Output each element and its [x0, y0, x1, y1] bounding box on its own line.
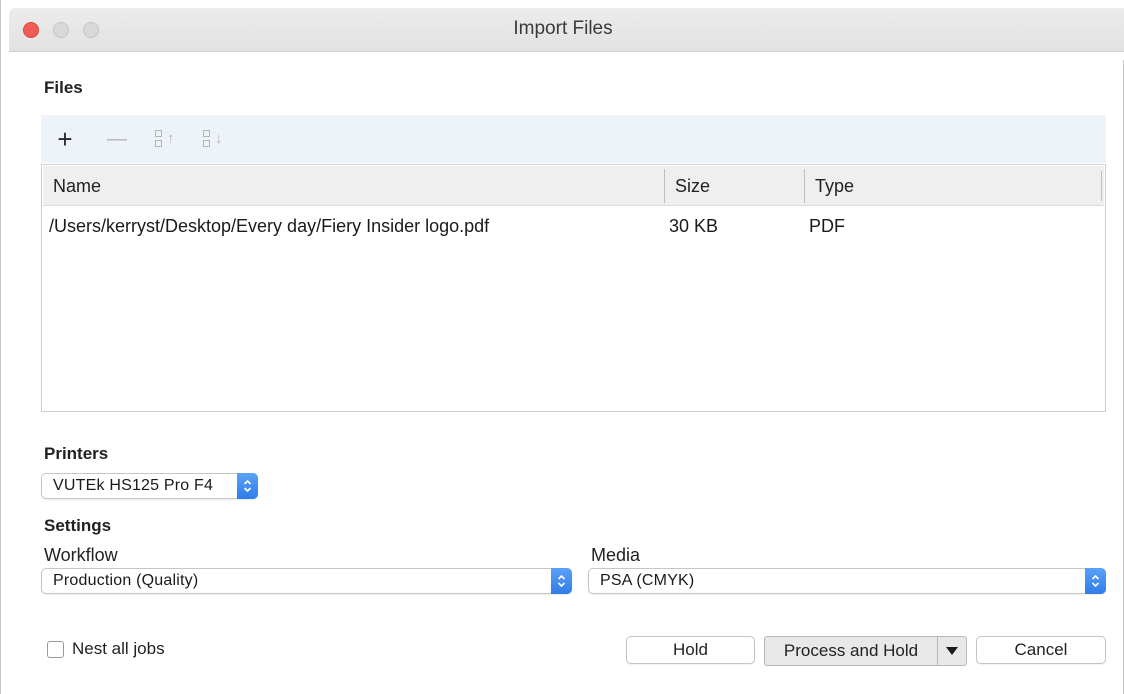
process-and-hold-split-button: Process and Hold — [764, 636, 967, 666]
move-down-icon[interactable]: ↓ — [199, 125, 229, 153]
import-files-window: Import Files Files + — ↑ ↓ Name Size Typ… — [0, 0, 1124, 694]
process-options-dropdown[interactable] — [937, 637, 966, 665]
plus-icon[interactable]: + — [53, 123, 77, 154]
settings-section-label: Settings — [44, 516, 112, 535]
title-bar: Import Files — [1, 0, 1124, 60]
printer-select-value: VUTEk HS125 Pro F4 — [53, 477, 214, 494]
process-and-hold-button[interactable]: Process and Hold — [765, 637, 937, 665]
nest-all-jobs-label[interactable]: Nest all jobs — [72, 639, 165, 659]
workflow-select[interactable]: Production (Quality) — [41, 568, 572, 594]
file-name-cell: /Users/kerryst/Desktop/Every day/Fiery I… — [49, 216, 490, 236]
minus-icon[interactable]: — — [105, 125, 129, 153]
file-size-cell: 30 KB — [669, 216, 719, 236]
cancel-button[interactable]: Cancel — [976, 636, 1106, 664]
table-header: Name Size Type — [43, 166, 1104, 206]
media-label: Media — [591, 545, 641, 565]
column-divider — [1101, 171, 1102, 201]
printers-section-label: Printers — [44, 444, 109, 463]
remove-file-glyph: — — [107, 127, 127, 150]
triangle-down-icon — [946, 647, 958, 655]
move-down-glyph: ↓ — [201, 128, 227, 150]
column-header-type[interactable]: Type — [804, 169, 1102, 203]
table-row[interactable]: /Users/kerryst/Desktop/Every day/Fiery I… — [43, 207, 1104, 245]
workflow-label: Workflow — [44, 545, 118, 565]
column-header-name[interactable]: Name — [43, 166, 664, 206]
files-toolbar: + — ↑ ↓ — [41, 115, 1106, 163]
add-file-glyph: + — [57, 123, 73, 154]
printer-select[interactable]: VUTEk HS125 Pro F4 — [41, 473, 258, 499]
files-section-label: Files — [44, 78, 83, 97]
file-type-cell: PDF — [809, 216, 845, 236]
move-up-icon[interactable]: ↑ — [151, 125, 181, 153]
window-title: Import Files — [513, 18, 613, 39]
media-select[interactable]: PSA (CMYK) — [588, 568, 1106, 594]
column-header-size[interactable]: Size — [664, 169, 804, 203]
media-select-value: PSA (CMYK) — [600, 572, 695, 589]
files-table: Name Size Type /Users/kerryst/Desktop/Ev… — [41, 164, 1106, 412]
move-up-glyph: ↑ — [153, 128, 179, 150]
chevron-updown-icon — [237, 473, 258, 499]
nest-all-jobs-checkbox[interactable] — [47, 641, 64, 658]
chevron-updown-icon — [551, 568, 572, 594]
workflow-select-value: Production (Quality) — [53, 572, 199, 589]
hold-button[interactable]: Hold — [626, 636, 755, 664]
chevron-updown-icon — [1085, 568, 1106, 594]
